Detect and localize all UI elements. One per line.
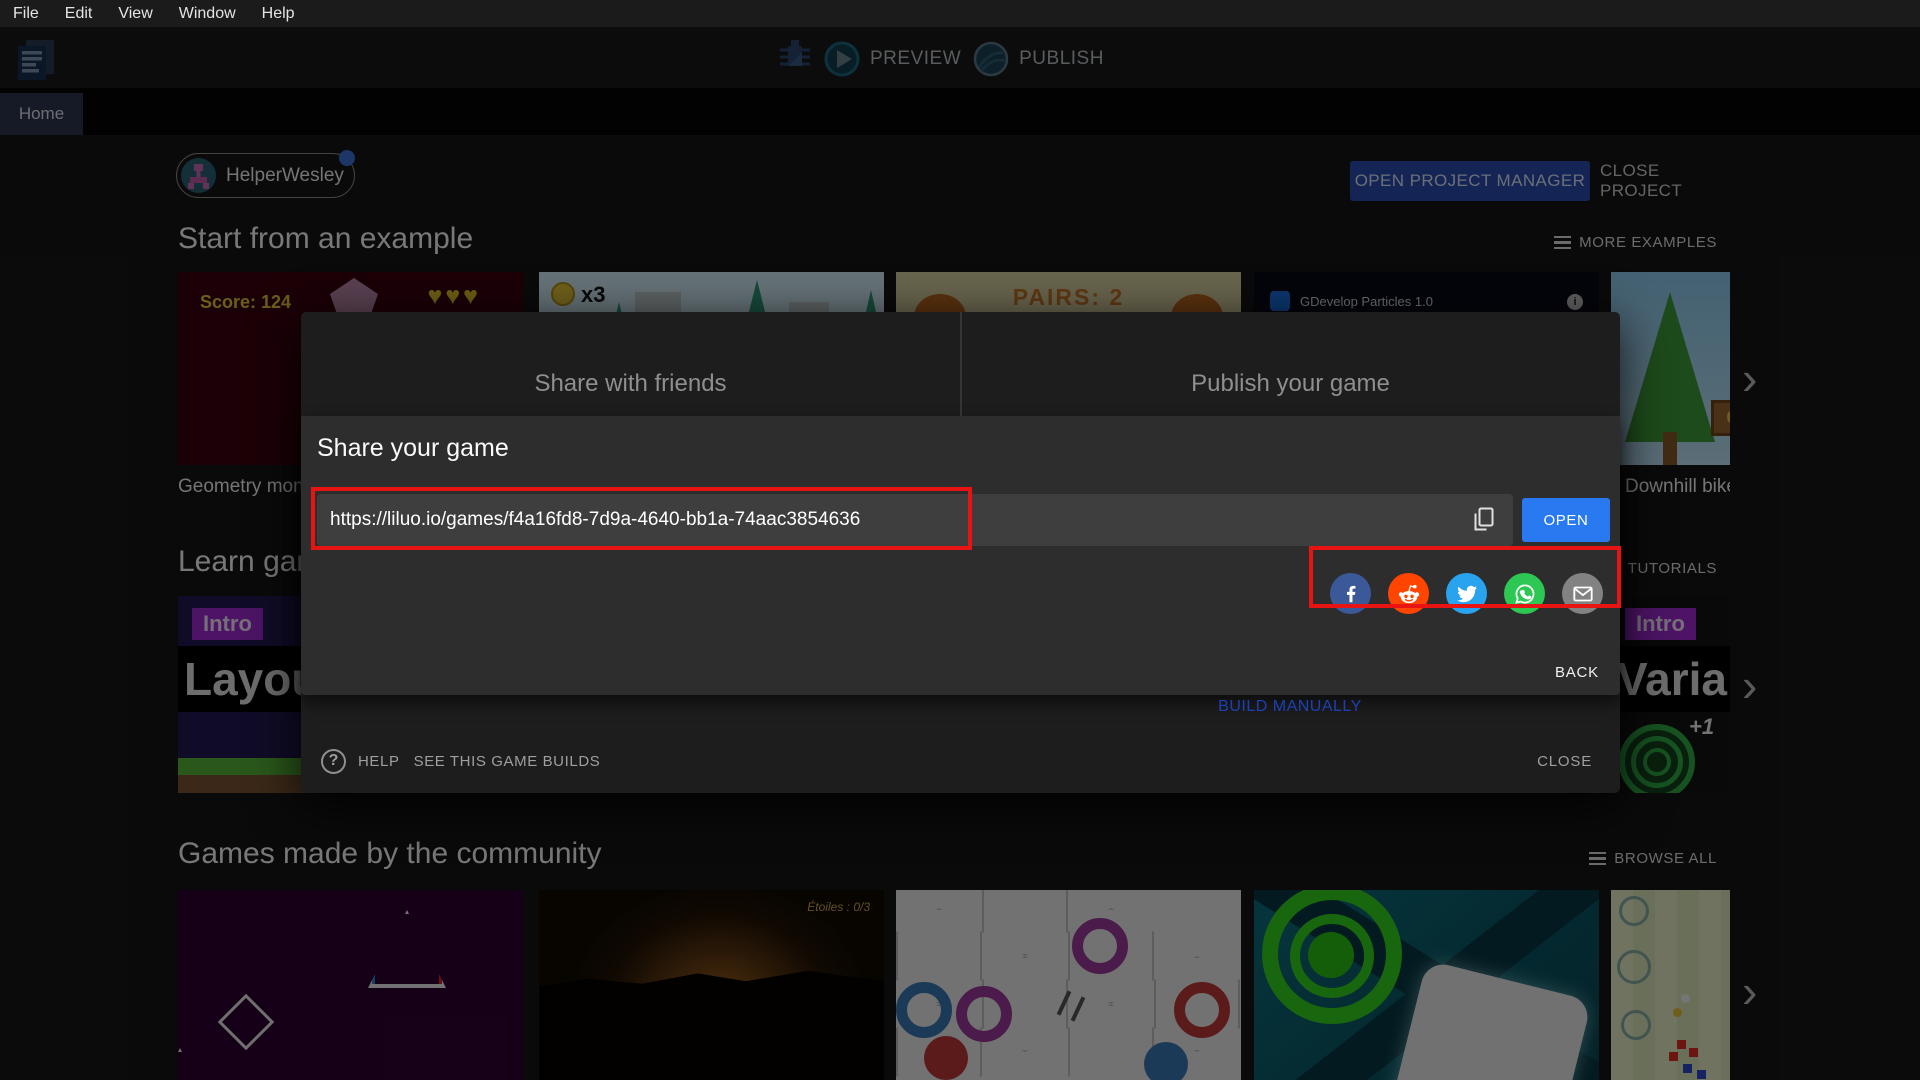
build-manually-link[interactable]: BUILD MANUALLY xyxy=(960,698,1620,716)
copy-icon xyxy=(1474,507,1494,531)
copy-url-button[interactable] xyxy=(1469,505,1499,535)
menu-view[interactable]: View xyxy=(105,0,165,27)
tab-divider xyxy=(960,312,962,417)
menu-help[interactable]: Help xyxy=(249,0,308,27)
help-button[interactable]: HELP xyxy=(358,753,400,770)
menu-edit[interactable]: Edit xyxy=(52,0,106,27)
tab-share-with-friends[interactable]: Share with friends xyxy=(301,370,960,398)
tab-publish-your-game[interactable]: Publish your game xyxy=(961,370,1620,398)
back-button[interactable]: BACK xyxy=(1553,658,1601,687)
menu-file[interactable]: File xyxy=(0,0,52,27)
annotation-box-url xyxy=(311,487,972,550)
dialog-bottom-bar: ? HELP SEE THIS GAME BUILDS CLOSE xyxy=(301,729,1620,793)
annotation-box-social xyxy=(1309,546,1621,608)
help-icon[interactable]: ? xyxy=(321,748,346,774)
share-panel-title: Share your game xyxy=(317,434,509,462)
gdevelop-window: File Edit View Window Help Share with fr… xyxy=(0,0,1920,1080)
close-dialog-button[interactable]: CLOSE xyxy=(1537,753,1592,770)
menu-bar: File Edit View Window Help xyxy=(0,0,1920,27)
open-game-button[interactable]: OPEN xyxy=(1522,498,1610,542)
menu-window[interactable]: Window xyxy=(166,0,249,27)
see-game-builds-button[interactable]: SEE THIS GAME BUILDS xyxy=(414,753,601,770)
